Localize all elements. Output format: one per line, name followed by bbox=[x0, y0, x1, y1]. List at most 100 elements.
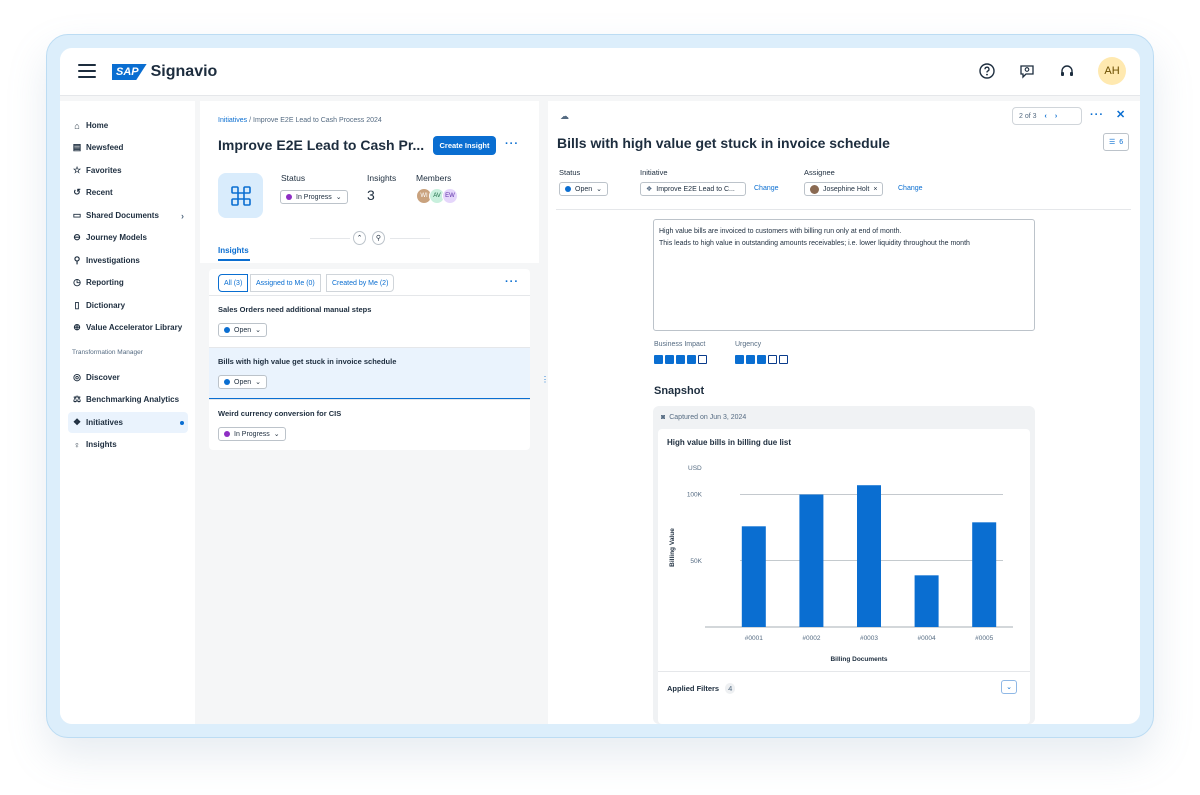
urgency-square[interactable] bbox=[768, 355, 777, 364]
sidebar-item-initiatives[interactable]: ❖ Initiatives bbox=[68, 412, 188, 433]
chart-card: High value bills in billing due list USD… bbox=[658, 429, 1030, 724]
sidebar-item-reporting[interactable]: ◷ Reporting bbox=[68, 272, 188, 293]
list-item[interactable]: Sales Orders need additional manual step… bbox=[209, 295, 530, 347]
impact-square[interactable] bbox=[654, 355, 663, 364]
section-title: Transformation Manager bbox=[72, 349, 143, 356]
bar bbox=[972, 522, 997, 627]
assignee-token[interactable]: Josephine Holt × bbox=[804, 182, 884, 196]
remove-icon[interactable]: × bbox=[873, 186, 877, 193]
sidebar-item-label: Home bbox=[86, 121, 109, 130]
initiative-header: Initiatives / Improve E2E Lead to Cash P… bbox=[200, 101, 539, 263]
status-select[interactable]: Open ⌄ bbox=[559, 182, 608, 196]
menu-icon[interactable] bbox=[78, 64, 96, 80]
sidebar-item-label: Reporting bbox=[86, 278, 124, 287]
business-impact-label: Business Impact bbox=[654, 341, 706, 348]
x-tick-label: #0004 bbox=[918, 635, 936, 642]
impact-square[interactable] bbox=[687, 355, 696, 364]
y-unit-label: USD bbox=[688, 465, 702, 472]
status-select[interactable]: Open ⌄ bbox=[218, 323, 267, 337]
close-icon[interactable]: ✕ bbox=[1116, 108, 1126, 121]
urgency-rating[interactable] bbox=[735, 355, 788, 364]
more-options-icon[interactable]: ··· bbox=[505, 138, 519, 150]
status-value: In Progress bbox=[234, 430, 270, 438]
description-line: High value bills are invoiced to custome… bbox=[659, 228, 902, 235]
insight-title: Weird currency conversion for CIS bbox=[218, 409, 342, 418]
app-window: SAP Signavio AH ⌂ Home ▤ Newsfeed ☆ Favorit… bbox=[60, 48, 1140, 724]
description-textarea[interactable]: High value bills are invoiced to custome… bbox=[653, 219, 1035, 331]
impact-square[interactable] bbox=[698, 355, 707, 364]
status-label: Status bbox=[559, 168, 581, 177]
collapse-header-icon[interactable]: ⌃ bbox=[353, 231, 366, 245]
urgency-square[interactable] bbox=[757, 355, 766, 364]
support-icon[interactable] bbox=[1058, 62, 1076, 80]
sidebar-item-value-accelerator-library[interactable]: ⊕ Value Accelerator Library bbox=[68, 317, 188, 338]
sidebar-item-newsfeed[interactable]: ▤ Newsfeed bbox=[68, 137, 188, 158]
lightbulb-icon: ♀ bbox=[73, 439, 81, 450]
initiative-token[interactable]: ❖ Improve E2E Lead to C... bbox=[640, 182, 746, 196]
urgency-square[interactable] bbox=[779, 355, 788, 364]
initiative-panel: Initiatives / Improve E2E Lead to Cash P… bbox=[200, 101, 539, 724]
sidebar-item-discover[interactable]: ◎ Discover bbox=[68, 367, 188, 388]
initiative-icon: ❖ bbox=[646, 186, 653, 193]
user-avatar[interactable]: AH bbox=[1098, 57, 1126, 85]
filter-created-by-me[interactable]: Created by Me (2) bbox=[326, 274, 395, 292]
impact-square[interactable] bbox=[676, 355, 685, 364]
divider bbox=[310, 238, 350, 239]
resize-handle[interactable]: ⋮ bbox=[541, 376, 549, 392]
status-select[interactable]: In Progress ⌄ bbox=[218, 427, 286, 441]
filter-all[interactable]: All (3) bbox=[218, 274, 249, 292]
create-insight-button[interactable]: Create Insight bbox=[433, 136, 496, 155]
change-initiative-link[interactable]: Change bbox=[754, 185, 779, 192]
feedback-icon[interactable] bbox=[1018, 62, 1036, 80]
help-icon[interactable] bbox=[978, 62, 996, 80]
sidebar-item-journey-models[interactable]: ⊖ Journey Models bbox=[68, 227, 188, 248]
status-dot bbox=[224, 327, 230, 333]
urgency-square[interactable] bbox=[735, 355, 744, 364]
more-options-icon[interactable]: ··· bbox=[505, 276, 519, 288]
filter-assigned-to-me[interactable]: Assigned to Me (0) bbox=[250, 274, 321, 292]
logo[interactable]: SAP Signavio bbox=[112, 63, 217, 81]
sidebar-item-label: Favorites bbox=[86, 166, 122, 175]
pin-icon[interactable]: ⚲ bbox=[372, 231, 385, 245]
divider bbox=[658, 671, 1030, 672]
more-options-icon[interactable]: ··· bbox=[1090, 109, 1104, 121]
change-assignee-link[interactable]: Change bbox=[898, 185, 923, 192]
globe-icon: ⊕ bbox=[73, 322, 81, 332]
status-select[interactable]: In Progress ⌄ bbox=[280, 190, 348, 204]
divider bbox=[556, 209, 1131, 210]
expand-filters-icon[interactable]: ⌄ bbox=[1001, 680, 1017, 694]
sidebar-item-label: Shared Documents bbox=[86, 211, 159, 220]
sidebar-item-recent[interactable]: ↺ Recent bbox=[68, 182, 188, 203]
sidebar-item-dictionary[interactable]: ▯ Dictionary bbox=[68, 295, 188, 316]
y-tick-label: 50K bbox=[690, 558, 702, 565]
tab-insights[interactable]: Insights bbox=[218, 246, 249, 255]
list-item[interactable]: Weird currency conversion for CIS In Pro… bbox=[209, 399, 530, 450]
comments-button[interactable]: ☰ 6 bbox=[1103, 133, 1130, 151]
sidebar-item-investigations[interactable]: ⚲ Investigations bbox=[68, 250, 188, 271]
list-item[interactable]: Bills with high value get stuck in invoi… bbox=[209, 347, 530, 399]
sidebar-item-favorites[interactable]: ☆ Favorites bbox=[68, 160, 188, 181]
sidebar-item-label: Discover bbox=[86, 373, 120, 382]
sidebar-item-insights[interactable]: ♀ Insights bbox=[68, 434, 188, 455]
sidebar-item-benchmarking-analytics[interactable]: ⚖ Benchmarking Analytics bbox=[68, 389, 188, 410]
previous-icon[interactable]: ‹ bbox=[1045, 113, 1047, 120]
sidebar-item-label: Benchmarking Analytics bbox=[86, 395, 180, 404]
initiative-label: Initiative bbox=[640, 168, 668, 177]
status-value: Open bbox=[234, 326, 252, 334]
comments-count: 6 bbox=[1119, 138, 1124, 146]
description-line: This leads to high value in outstanding … bbox=[659, 240, 970, 247]
home-icon: ⌂ bbox=[74, 120, 80, 131]
sidebar-item-home[interactable]: ⌂ Home bbox=[68, 115, 188, 136]
business-impact-rating[interactable] bbox=[654, 355, 707, 364]
breadcrumb-initiatives[interactable]: Initiatives bbox=[218, 117, 247, 124]
assignee-value: Josephine Holt bbox=[823, 185, 870, 193]
urgency-square[interactable] bbox=[746, 355, 755, 364]
sidebar-item-label: Recent bbox=[86, 188, 113, 197]
impact-square[interactable] bbox=[665, 355, 674, 364]
chevron-down-icon: ⌄ bbox=[596, 186, 602, 193]
camera-icon: ◙ bbox=[661, 414, 666, 421]
status-select[interactable]: Open ⌄ bbox=[218, 375, 267, 389]
member-avatar[interactable]: EW bbox=[442, 188, 458, 204]
sidebar-item-shared-documents[interactable]: ▭ Shared Documents › bbox=[68, 205, 188, 226]
next-icon[interactable]: › bbox=[1055, 113, 1057, 120]
